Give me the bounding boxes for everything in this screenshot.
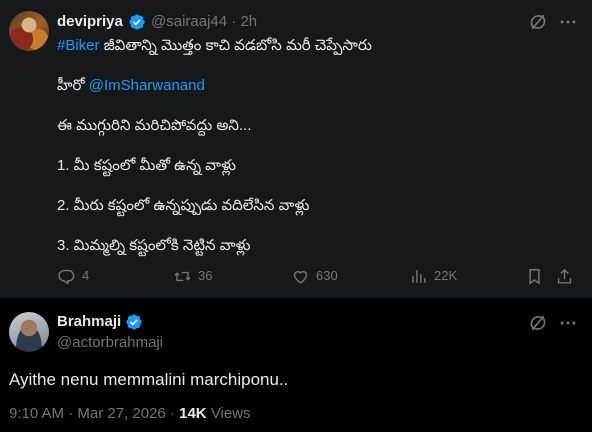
main-author-name[interactable]: Brahmaji	[57, 313, 121, 331]
post-time[interactable]: 9:10 AM	[9, 405, 64, 422]
main-post-text: Ayithe nenu memmalini marchiponu..	[9, 370, 289, 389]
views-button[interactable]: 22K	[409, 265, 457, 287]
repost-icon	[174, 271, 191, 281]
reply-button[interactable]: 4	[57, 265, 89, 287]
post-line-5: 2. మీరు కష్టంలో ఉన్నప్పుడు వదిలేసిన వాళ్…	[57, 197, 310, 214]
repost-button[interactable]: 36	[173, 265, 212, 287]
avatar-devipriya[interactable]	[9, 11, 49, 51]
author-name[interactable]: devipriya	[57, 13, 123, 31]
like-count: 630	[316, 268, 338, 283]
grok-icon[interactable]	[528, 12, 548, 32]
avatar-brahmaji[interactable]	[9, 312, 49, 352]
post-line-6: 3. మిమ్మల్ని కష్టంలోకి నెట్టిన వాళ్లు	[57, 237, 251, 254]
footer-separator: ·	[169, 405, 175, 422]
post-date[interactable]: Mar 27, 2026	[77, 405, 165, 422]
post-line-2: హీరో @ImSharwanand	[57, 77, 205, 94]
footer-separator: ·	[68, 405, 74, 422]
share-icon	[557, 268, 572, 284]
parent-post[interactable]: devipriya @sairaaj44 · 2h #Biker జీవితాన…	[0, 0, 592, 298]
more-icon[interactable]	[558, 313, 578, 333]
views-count: 22K	[434, 268, 458, 283]
like-button[interactable]: 630	[291, 265, 338, 287]
like-icon	[293, 270, 308, 284]
main-author-handle[interactable]: @actorbrahmaji	[57, 334, 163, 352]
post-line-3: ఈ ముగ్గురిని మరిచిపోవద్దు అని...	[57, 117, 252, 134]
reply-count: 4	[82, 268, 90, 283]
mention-link[interactable]: @ImSharwanand	[89, 77, 205, 94]
bookmark-icon	[529, 268, 540, 285]
post-footer: 9:10 AM · Mar 27, 2026 · 14K Views	[9, 404, 251, 424]
hashtag-link[interactable]: #Biker	[57, 37, 100, 54]
views-count-main: 14K	[179, 405, 207, 422]
views-label: Views	[206, 405, 251, 422]
more-icon[interactable]	[558, 12, 578, 32]
meta-separator: ·	[231, 13, 237, 30]
author-handle[interactable]: @sairaaj44	[151, 13, 227, 30]
bookmark-button[interactable]	[525, 265, 544, 287]
reply-icon	[58, 269, 75, 285]
views-icon	[412, 269, 426, 283]
share-button[interactable]	[555, 265, 574, 287]
verified-badge-icon	[126, 314, 142, 330]
grok-icon[interactable]	[528, 313, 548, 333]
verified-badge-icon	[129, 14, 145, 30]
repost-count: 36	[198, 268, 213, 283]
timestamp[interactable]: 2h	[240, 13, 257, 30]
post-line-4: 1. మీ కష్టంలో మీతో ఉన్న వాళ్లు	[57, 157, 237, 174]
post-line-1: #Biker జీవితాన్ని మొత్తం కాచి వడబోసి మరీ…	[57, 37, 372, 54]
